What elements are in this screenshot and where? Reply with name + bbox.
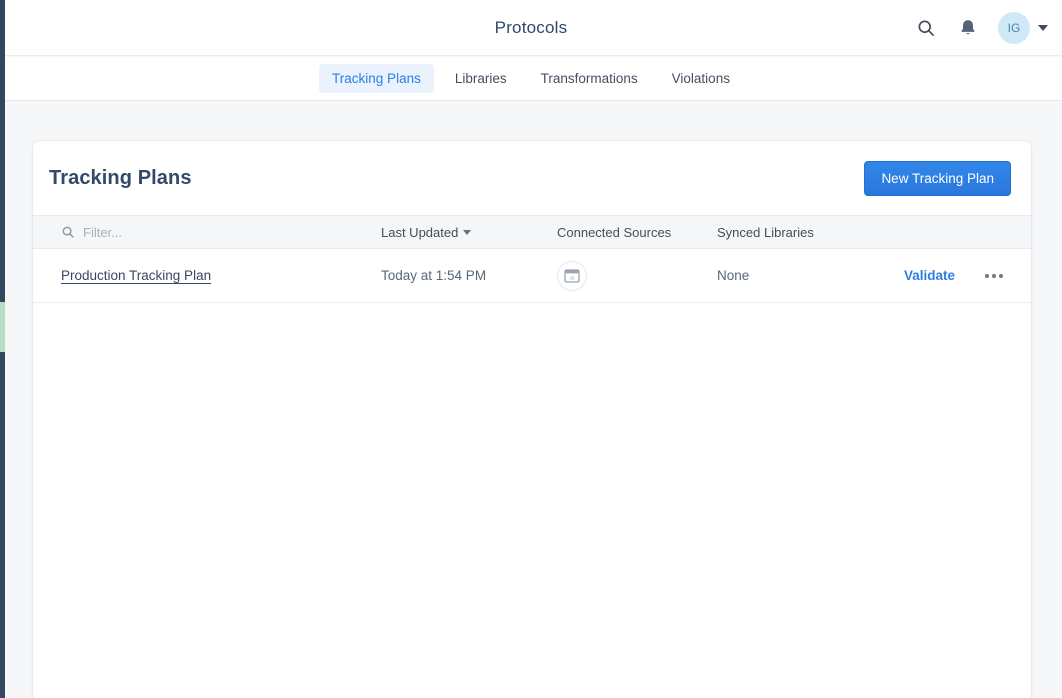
validate-button[interactable]: Validate (904, 268, 955, 283)
last-updated-cell: Today at 1:54 PM (381, 268, 557, 283)
sidebar-active-indicator (0, 302, 5, 352)
plan-name-link[interactable]: Production Tracking Plan (61, 268, 211, 283)
plan-name-cell: Production Tracking Plan (61, 268, 381, 283)
tab-violations[interactable]: Violations (659, 64, 743, 93)
new-tracking-plan-button[interactable]: New Tracking Plan (864, 161, 1011, 196)
synced-libraries-cell: None (717, 268, 877, 283)
column-last-updated[interactable]: Last Updated (381, 225, 557, 240)
card-title: Tracking Plans (49, 167, 192, 190)
filter-input[interactable] (83, 225, 303, 240)
javascript-source-icon[interactable]: JS (557, 261, 587, 291)
sort-caret-icon (463, 230, 471, 235)
tracking-plans-card: Tracking Plans New Tracking Plan Last Up… (32, 140, 1032, 698)
table-header-row: Last Updated Connected Sources Synced Li… (33, 215, 1031, 249)
app-header: Protocols IG (0, 0, 1062, 56)
table-row: Production Tracking Plan Today at 1:54 P… (33, 249, 1031, 303)
collapsed-sidebar-strip[interactable] (0, 0, 5, 698)
bell-icon[interactable] (956, 16, 980, 40)
page-title: Protocols (0, 0, 1062, 56)
tab-transformations[interactable]: Transformations (528, 64, 651, 93)
filter-search-icon (61, 225, 75, 239)
tab-libraries[interactable]: Libraries (442, 64, 520, 93)
caret-down-icon (1038, 25, 1048, 31)
svg-text:JS: JS (569, 275, 574, 280)
card-header: Tracking Plans New Tracking Plan (33, 141, 1031, 215)
filter-cell (61, 225, 381, 240)
avatar[interactable]: IG (998, 12, 1030, 44)
user-menu[interactable]: IG (998, 12, 1048, 44)
tab-bar: Tracking Plans Libraries Transformations… (0, 57, 1062, 101)
row-actions: Validate (877, 268, 1005, 283)
more-options-icon[interactable] (983, 270, 1005, 282)
search-icon[interactable] (914, 16, 938, 40)
column-connected-sources: Connected Sources (557, 225, 717, 240)
header-actions: IG (914, 0, 1048, 56)
column-synced-libraries: Synced Libraries (717, 225, 877, 240)
connected-sources-cell: JS (557, 261, 717, 291)
column-label: Last Updated (381, 225, 458, 240)
tab-tracking-plans[interactable]: Tracking Plans (319, 64, 434, 93)
